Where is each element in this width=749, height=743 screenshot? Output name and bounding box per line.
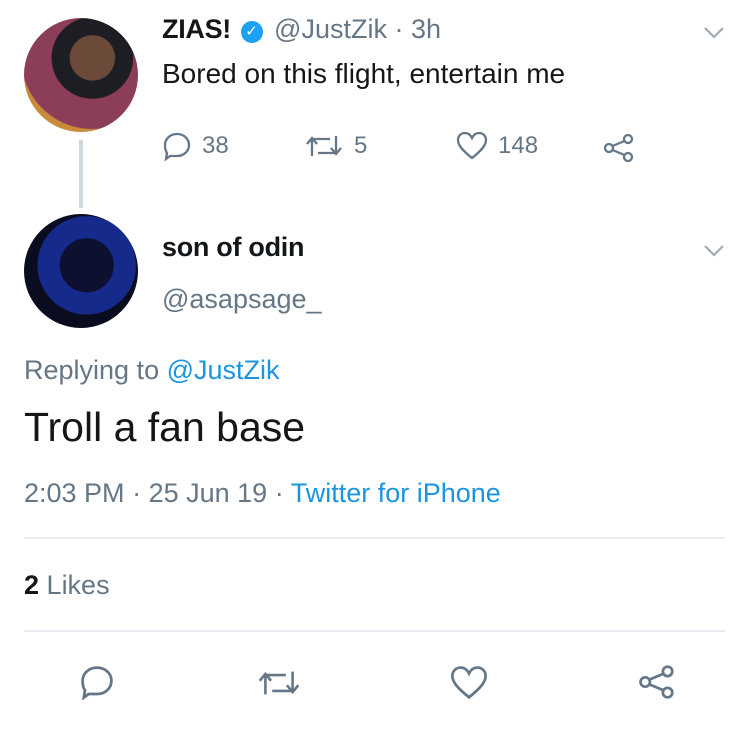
tweet1-retweet-button[interactable]: 5 <box>304 131 367 161</box>
avatar-son-of-odin[interactable] <box>24 214 138 328</box>
replying-to-handle[interactable]: @JustZik <box>167 355 280 385</box>
tweet1-text: Bored on this flight, entertain me <box>162 58 566 89</box>
verified-badge-icon: ✓ <box>240 21 263 43</box>
divider <box>24 630 725 632</box>
tweet1-reply-button[interactable]: 38 <box>162 131 229 161</box>
tweet2-reply-button[interactable] <box>79 664 115 705</box>
tweet1-separator: · <box>394 14 404 44</box>
tweet1-time[interactable]: 3h <box>411 14 441 44</box>
chevron-down-icon[interactable] <box>703 20 725 46</box>
tweet2-meta: 2:03 PM · 25 Jun 19 · Twitter for iPhone <box>24 478 501 509</box>
tweet1-reply-count: 38 <box>202 132 229 159</box>
reply-icon <box>81 666 113 701</box>
chevron-down-icon[interactable] <box>703 238 725 264</box>
thread-connector <box>79 140 83 208</box>
tweet2-like-button[interactable] <box>450 665 488 706</box>
tweet1-author-handle[interactable]: @JustZik <box>274 14 387 44</box>
reply-icon <box>163 132 191 161</box>
tweet1-header: ZIAS! ✓ @JustZik · 3h <box>162 14 441 45</box>
tweet2-author-handle[interactable]: @asapsage_ <box>162 284 322 315</box>
share-icon <box>603 133 634 163</box>
heart-icon <box>451 666 487 699</box>
retweet-icon <box>258 671 300 695</box>
tweet2-likes-summary[interactable]: 2 Likes <box>24 570 110 601</box>
tweet2-time[interactable]: 2:03 PM <box>24 478 125 508</box>
tweet2-likes-label: Likes <box>46 570 110 600</box>
tweet2-source[interactable]: Twitter for iPhone <box>291 478 501 508</box>
tweet1-action-bar: 38 5 148 <box>162 131 662 167</box>
tweet1-author-name[interactable]: ZIAS! <box>162 14 231 44</box>
tweet2-meta-sep2: · <box>274 478 284 508</box>
tweet1-like-button[interactable]: 148 <box>456 131 538 161</box>
tweet2-meta-sep1: · <box>132 478 142 508</box>
tweet2-text: Troll a fan base <box>24 404 306 450</box>
heart-icon <box>456 131 488 160</box>
avatar-zias[interactable] <box>24 18 138 132</box>
tweet1-retweet-count: 5 <box>354 132 368 159</box>
retweet-icon <box>306 136 342 156</box>
replying-to-label: Replying to <box>24 355 160 385</box>
tweet2-share-button[interactable] <box>637 664 677 705</box>
replying-to: Replying to @JustZik <box>24 355 280 386</box>
divider <box>24 537 725 539</box>
share-icon <box>639 665 674 699</box>
tweet1-like-count: 148 <box>498 132 539 159</box>
tweet1-share-button[interactable] <box>602 133 646 163</box>
tweet2-likes-count: 2 <box>24 570 40 600</box>
tweet2-date[interactable]: 25 Jun 19 <box>149 478 268 508</box>
tweet2-author-name[interactable]: son of odin <box>162 232 304 263</box>
tweet2-retweet-button[interactable] <box>256 666 302 705</box>
tweet2-action-bar <box>0 660 749 710</box>
